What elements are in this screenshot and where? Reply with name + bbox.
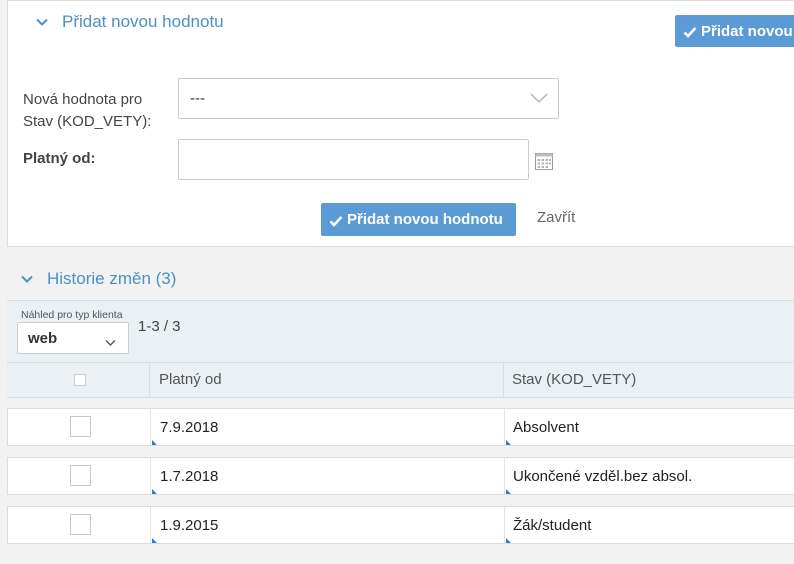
- chevron-down-icon: [21, 273, 33, 285]
- new-value-select[interactable]: ---: [178, 78, 559, 119]
- client-view-caption: Náhled pro typ klienta: [21, 309, 123, 321]
- table-header: Platný od Stav (KOD_VETY): [7, 362, 794, 398]
- select-all-checkbox[interactable]: [74, 374, 86, 386]
- column-divider: [504, 409, 505, 445]
- close-link[interactable]: Zavřít: [537, 209, 575, 226]
- client-view-selected: web: [28, 329, 58, 347]
- history-section-header[interactable]: Historie změn (3): [21, 269, 176, 289]
- add-value-title: Přidat novou hodnotu: [62, 12, 224, 31]
- column-divider: [503, 363, 504, 397]
- cell-marker: [506, 538, 511, 543]
- client-view-select[interactable]: web: [17, 322, 129, 354]
- check-icon: [329, 214, 343, 227]
- column-divider: [149, 363, 150, 397]
- column-header-state[interactable]: Stav (KOD_VETY): [512, 363, 636, 397]
- column-divider: [150, 458, 151, 494]
- column-divider: [504, 507, 505, 543]
- cell-valid-from: 7.9.2018: [160, 419, 219, 436]
- new-value-label-line2: Stav (KOD_VETY):: [23, 113, 152, 130]
- submit-new-value-button[interactable]: Přidat novou hodnotu: [321, 203, 516, 236]
- cell-state: Ukončené vzděl.bez absol.: [513, 468, 693, 485]
- chevron-down-icon: [530, 91, 548, 108]
- column-divider: [150, 409, 151, 445]
- record-count: 1-3 / 3: [138, 318, 181, 335]
- calendar-icon[interactable]: [535, 152, 553, 174]
- table-row[interactable]: 1.7.2018 Ukončené vzděl.bez absol.: [7, 457, 794, 495]
- row-checkbox[interactable]: [70, 514, 91, 535]
- cell-marker: [152, 440, 157, 445]
- history-title: Historie změn (3): [47, 269, 177, 288]
- cell-marker: [152, 538, 157, 543]
- cell-state: Absolvent: [513, 419, 579, 436]
- valid-from-label: Platný od:: [23, 150, 96, 167]
- valid-from-input[interactable]: [178, 139, 529, 180]
- cell-marker: [506, 440, 511, 445]
- cell-state: Žák/student: [513, 517, 592, 534]
- history-toolbar: Náhled pro typ klienta web 1-3 / 3: [7, 300, 794, 362]
- cell-marker: [152, 489, 157, 494]
- chevron-down-icon: [105, 334, 116, 351]
- new-value-label: Nová hodnota pro Stav (KOD_VETY):: [23, 89, 151, 133]
- column-divider: [504, 458, 505, 494]
- cell-marker: [506, 489, 511, 494]
- table-row[interactable]: 1.9.2015 Žák/student: [7, 506, 794, 544]
- chevron-down-icon: [36, 16, 48, 28]
- add-new-top-button-label: Přidat novou: [701, 22, 793, 40]
- column-divider: [150, 507, 151, 543]
- add-new-top-button[interactable]: Přidat novou: [675, 15, 794, 47]
- add-value-section-header[interactable]: Přidat novou hodnotu: [36, 12, 224, 32]
- row-checkbox[interactable]: [70, 465, 91, 486]
- cell-valid-from: 1.9.2015: [160, 517, 219, 534]
- row-checkbox[interactable]: [70, 416, 91, 437]
- table-row[interactable]: 7.9.2018 Absolvent: [7, 408, 794, 446]
- column-header-valid-from[interactable]: Platný od: [159, 363, 222, 397]
- cell-valid-from: 1.7.2018: [160, 468, 219, 485]
- check-icon: [683, 25, 697, 38]
- new-value-label-line1: Nová hodnota pro: [23, 91, 143, 108]
- new-value-selected: ---: [190, 90, 205, 107]
- submit-new-value-label: Přidat novou hodnotu: [347, 211, 503, 228]
